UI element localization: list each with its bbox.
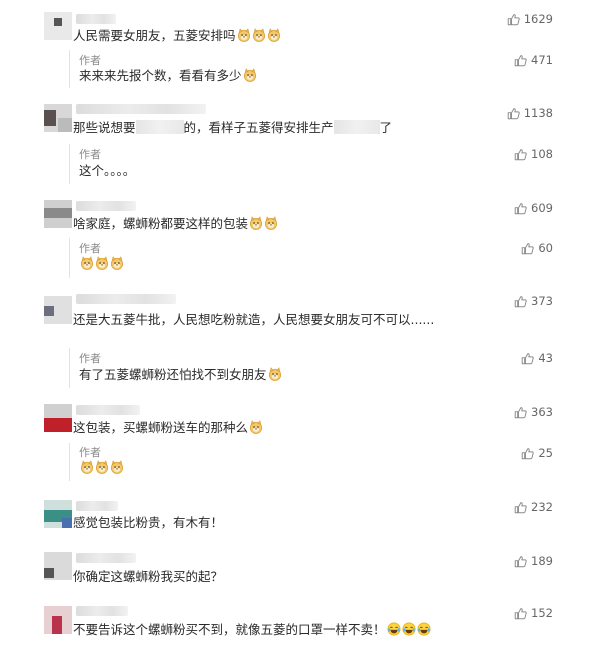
reply-text: 有了五菱螺蛳粉还怕找不到女朋友 bbox=[79, 367, 282, 383]
doge-emoji-icon bbox=[109, 256, 124, 271]
reply-like-button[interactable]: 108 bbox=[514, 147, 553, 161]
reply-text bbox=[79, 256, 124, 272]
username-blurred[interactable] bbox=[76, 606, 128, 616]
reply-divider bbox=[69, 443, 70, 481]
comment-text: 那些说想要 的，看样子五菱得安排生产了 bbox=[73, 120, 393, 135]
doge-emoji-icon bbox=[236, 28, 251, 43]
avatar[interactable] bbox=[44, 404, 72, 432]
thumbs-up-icon bbox=[507, 107, 520, 120]
username-blurred[interactable] bbox=[76, 405, 140, 415]
thumbs-up-icon bbox=[514, 148, 527, 161]
username-blurred[interactable] bbox=[76, 201, 136, 211]
like-button[interactable]: 1138 bbox=[507, 106, 553, 120]
avatar[interactable] bbox=[44, 296, 72, 324]
doge-emoji-icon bbox=[109, 460, 124, 475]
thumbs-up-icon bbox=[521, 352, 535, 365]
redacted-mask bbox=[135, 120, 184, 134]
author-label: 作者 bbox=[79, 148, 101, 161]
doge-emoji-icon bbox=[94, 460, 109, 475]
laugh-cry-emoji-icon bbox=[386, 622, 401, 637]
comment-text: 感觉包装比粉贵，有木有！ bbox=[73, 515, 224, 530]
avatar[interactable] bbox=[44, 12, 72, 40]
username-blurred[interactable] bbox=[76, 294, 176, 304]
thumbs-up-icon bbox=[507, 13, 520, 26]
thumbs-up-icon bbox=[514, 295, 527, 308]
doge-emoji-icon bbox=[79, 256, 94, 271]
doge-emoji-icon bbox=[251, 28, 266, 43]
avatar[interactable] bbox=[44, 200, 72, 228]
like-button[interactable]: 152 bbox=[514, 606, 553, 620]
username-blurred[interactable] bbox=[76, 501, 118, 511]
reply-text: 这个。。。。 bbox=[79, 163, 136, 178]
thumbs-up-icon bbox=[514, 501, 527, 514]
author-label: 作者 bbox=[79, 352, 101, 365]
like-button[interactable]: 609 bbox=[514, 201, 553, 215]
reply-divider bbox=[69, 50, 70, 88]
thumbs-up-icon bbox=[521, 447, 535, 460]
thumbs-up-icon bbox=[514, 406, 527, 419]
username-blurred[interactable] bbox=[76, 14, 116, 24]
doge-emoji-icon bbox=[267, 367, 282, 382]
reply-like-button[interactable]: 25 bbox=[521, 446, 553, 460]
reply-text bbox=[79, 460, 124, 476]
author-label: 作者 bbox=[79, 446, 101, 459]
redacted-mask bbox=[333, 120, 380, 134]
doge-emoji-icon bbox=[248, 216, 263, 231]
comment-text: 啥家庭，螺蛳粉都要这样的包装 bbox=[73, 216, 278, 232]
reply-text: 来来来先报个数，看看有多少 bbox=[79, 68, 257, 84]
thumbs-up-icon bbox=[514, 555, 527, 568]
doge-emoji-icon bbox=[79, 460, 94, 475]
username-blurred[interactable] bbox=[76, 553, 136, 563]
comment-text: 你确定这螺蛳粉我买的起？ bbox=[73, 569, 224, 584]
doge-emoji-icon bbox=[266, 28, 281, 43]
doge-emoji-icon bbox=[242, 68, 257, 83]
reply-divider bbox=[69, 144, 70, 184]
thumbs-up-icon bbox=[514, 54, 527, 67]
comment-text: 人民需要女朋友，五菱安排吗 bbox=[73, 28, 281, 44]
avatar[interactable] bbox=[44, 104, 72, 132]
avatar[interactable] bbox=[44, 552, 72, 580]
username-blurred[interactable] bbox=[76, 104, 206, 114]
comment-text: 这包装，买螺蛳粉送车的那种么 bbox=[73, 420, 263, 436]
thumbs-up-icon bbox=[514, 202, 527, 215]
doge-emoji-icon bbox=[263, 216, 278, 231]
reply-divider bbox=[69, 348, 70, 388]
author-label: 作者 bbox=[79, 242, 101, 255]
thumbs-up-icon bbox=[521, 242, 535, 255]
doge-emoji-icon bbox=[248, 420, 263, 435]
author-label: 作者 bbox=[79, 54, 101, 67]
comment-text: 还是大五菱牛批，人民想吃粉就造，人民想要女朋友可不可以...... bbox=[73, 312, 435, 327]
laugh-cry-emoji-icon bbox=[401, 622, 416, 637]
laugh-cry-emoji-icon bbox=[416, 622, 431, 637]
avatar[interactable] bbox=[44, 606, 72, 634]
like-button[interactable]: 373 bbox=[514, 294, 553, 308]
thumbs-up-icon bbox=[514, 607, 527, 620]
reply-like-button[interactable]: 471 bbox=[514, 53, 553, 67]
comment-text: 不要告诉这个螺蛳粉买不到，就像五菱的口罩一样不卖！ bbox=[73, 622, 431, 638]
like-button[interactable]: 189 bbox=[514, 554, 553, 568]
like-button[interactable]: 1629 bbox=[507, 12, 553, 26]
doge-emoji-icon bbox=[94, 256, 109, 271]
reply-divider bbox=[69, 238, 70, 278]
like-button[interactable]: 363 bbox=[514, 405, 553, 419]
like-button[interactable]: 232 bbox=[514, 500, 553, 514]
avatar[interactable] bbox=[44, 500, 72, 528]
reply-like-button[interactable]: 60 bbox=[521, 241, 553, 255]
reply-like-button[interactable]: 43 bbox=[521, 351, 553, 365]
